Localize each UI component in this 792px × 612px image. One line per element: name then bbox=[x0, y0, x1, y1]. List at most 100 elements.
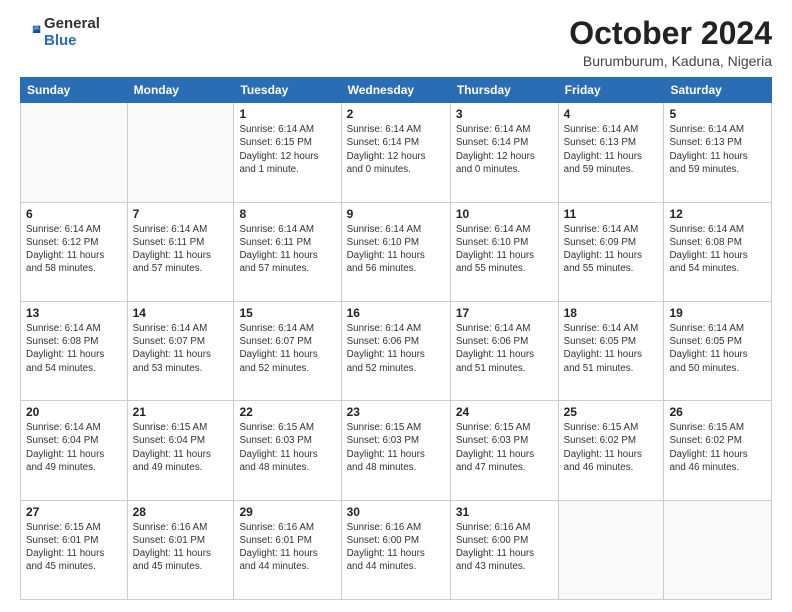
day-number: 30 bbox=[347, 505, 445, 519]
day-number: 19 bbox=[669, 306, 766, 320]
header: General Blue October 2024 Burumburum, Ka… bbox=[20, 16, 772, 69]
day-info: Sunrise: 6:14 AM Sunset: 6:05 PM Dayligh… bbox=[669, 322, 766, 375]
calendar-cell: 5Sunrise: 6:14 AM Sunset: 6:13 PM Daylig… bbox=[664, 103, 772, 202]
weekday-header: Wednesday bbox=[341, 78, 450, 103]
calendar-cell: 7 Sunrise: 6:14 AM Sunset: 6:11 PM Daylig… bbox=[127, 202, 234, 301]
day-number: 8 bbox=[239, 207, 335, 221]
calendar-week-row: 1 Sunrise: 6:14 AM Sunset: 6:15 PM Daylig… bbox=[21, 103, 772, 202]
calendar-week-row: 27 Sunrise: 6:15 AM Sunset: 6:01 PM Dayli… bbox=[21, 500, 772, 599]
day-info: Sunrise: 6:14 AM Sunset: 6:04 PM Dayligh… bbox=[26, 421, 122, 474]
calendar-cell: 6Sunrise: 6:14 AM Sunset: 6:12 PM Daylig… bbox=[21, 202, 128, 301]
calendar-week-row: 6Sunrise: 6:14 AM Sunset: 6:12 PM Daylig… bbox=[21, 202, 772, 301]
calendar-cell: 29 Sunrise: 6:16 AM Sunset: 6:01 PM Dayli… bbox=[234, 500, 341, 599]
day-info: Sunrise: 6:15 AM Sunset: 6:03 PM Dayligh… bbox=[456, 421, 553, 474]
calendar-cell: 15 Sunrise: 6:14 AM Sunset: 6:07 PM Dayli… bbox=[234, 301, 341, 400]
day-number: 20 bbox=[26, 405, 122, 419]
day-number: 7 bbox=[133, 207, 229, 221]
weekday-header: Friday bbox=[558, 78, 664, 103]
day-number: 31 bbox=[456, 505, 553, 519]
title-block: October 2024 Burumburum, Kaduna, Nigeria bbox=[569, 16, 772, 69]
calendar-cell: 21 Sunrise: 6:15 AM Sunset: 6:04 PM Dayli… bbox=[127, 401, 234, 500]
day-number: 9 bbox=[347, 207, 445, 221]
day-info: Sunrise: 6:15 AM Sunset: 6:02 PM Dayligh… bbox=[564, 421, 659, 474]
day-number: 10 bbox=[456, 207, 553, 221]
weekday-header: Monday bbox=[127, 78, 234, 103]
day-info: Sunrise: 6:14 AM Sunset: 6:09 PM Dayligh… bbox=[564, 223, 659, 276]
day-info: Sunrise: 6:15 AM Sunset: 6:03 PM Dayligh… bbox=[239, 421, 335, 474]
day-number: 13 bbox=[26, 306, 122, 320]
weekday-header: Tuesday bbox=[234, 78, 341, 103]
day-info: Sunrise: 6:14 AM Sunset: 6:10 PM Dayligh… bbox=[456, 223, 553, 276]
calendar-cell: 16Sunrise: 6:14 AM Sunset: 6:06 PM Dayli… bbox=[341, 301, 450, 400]
calendar-header-row: SundayMondayTuesdayWednesdayThursdayFrid… bbox=[21, 78, 772, 103]
calendar-cell bbox=[664, 500, 772, 599]
day-number: 29 bbox=[239, 505, 335, 519]
calendar-cell: 1 Sunrise: 6:14 AM Sunset: 6:15 PM Daylig… bbox=[234, 103, 341, 202]
day-info: Sunrise: 6:14 AM Sunset: 6:13 PM Dayligh… bbox=[564, 123, 659, 176]
day-info: Sunrise: 6:14 AM Sunset: 6:07 PM Dayligh… bbox=[239, 322, 335, 375]
day-info: Sunrise: 6:14 AM Sunset: 6:07 PM Dayligh… bbox=[133, 322, 229, 375]
day-info: Sunrise: 6:15 AM Sunset: 6:02 PM Dayligh… bbox=[669, 421, 766, 474]
calendar-cell: 12Sunrise: 6:14 AM Sunset: 6:08 PM Dayli… bbox=[664, 202, 772, 301]
day-number: 14 bbox=[133, 306, 229, 320]
day-number: 1 bbox=[239, 107, 335, 121]
day-number: 6 bbox=[26, 207, 122, 221]
day-info: Sunrise: 6:16 AM Sunset: 6:01 PM Dayligh… bbox=[239, 521, 335, 574]
day-number: 21 bbox=[133, 405, 229, 419]
logo-blue: Blue bbox=[44, 32, 77, 49]
day-number: 26 bbox=[669, 405, 766, 419]
day-number: 3 bbox=[456, 107, 553, 121]
day-info: Sunrise: 6:14 AM Sunset: 6:14 PM Dayligh… bbox=[347, 123, 445, 176]
day-number: 4 bbox=[564, 107, 659, 121]
calendar-cell: 31 Sunrise: 6:16 AM Sunset: 6:00 PM Dayli… bbox=[450, 500, 558, 599]
day-number: 15 bbox=[239, 306, 335, 320]
day-number: 23 bbox=[347, 405, 445, 419]
calendar-cell: 2 Sunrise: 6:14 AM Sunset: 6:14 PM Daylig… bbox=[341, 103, 450, 202]
calendar-week-row: 13Sunrise: 6:14 AM Sunset: 6:08 PM Dayli… bbox=[21, 301, 772, 400]
day-info: Sunrise: 6:15 AM Sunset: 6:01 PM Dayligh… bbox=[26, 521, 122, 574]
calendar-cell: 18Sunrise: 6:14 AM Sunset: 6:05 PM Dayli… bbox=[558, 301, 664, 400]
calendar-cell: 17 Sunrise: 6:14 AM Sunset: 6:06 PM Dayli… bbox=[450, 301, 558, 400]
calendar-cell bbox=[21, 103, 128, 202]
day-info: Sunrise: 6:14 AM Sunset: 6:11 PM Dayligh… bbox=[133, 223, 229, 276]
day-info: Sunrise: 6:14 AM Sunset: 6:15 PM Dayligh… bbox=[239, 123, 335, 176]
day-number: 2 bbox=[347, 107, 445, 121]
calendar-cell bbox=[558, 500, 664, 599]
logo-general: General bbox=[44, 15, 100, 32]
day-info: Sunrise: 6:16 AM Sunset: 6:00 PM Dayligh… bbox=[347, 521, 445, 574]
calendar-week-row: 20 Sunrise: 6:14 AM Sunset: 6:04 PM Dayli… bbox=[21, 401, 772, 500]
calendar-table: SundayMondayTuesdayWednesdayThursdayFrid… bbox=[20, 77, 772, 600]
calendar-cell: 20 Sunrise: 6:14 AM Sunset: 6:04 PM Dayli… bbox=[21, 401, 128, 500]
calendar-cell: 13Sunrise: 6:14 AM Sunset: 6:08 PM Dayli… bbox=[21, 301, 128, 400]
day-info: Sunrise: 6:16 AM Sunset: 6:01 PM Dayligh… bbox=[133, 521, 229, 574]
day-number: 18 bbox=[564, 306, 659, 320]
day-number: 12 bbox=[669, 207, 766, 221]
day-info: Sunrise: 6:14 AM Sunset: 6:11 PM Dayligh… bbox=[239, 223, 335, 276]
weekday-header: Thursday bbox=[450, 78, 558, 103]
day-number: 28 bbox=[133, 505, 229, 519]
day-number: 27 bbox=[26, 505, 122, 519]
calendar-cell: 30 Sunrise: 6:16 AM Sunset: 6:00 PM Dayli… bbox=[341, 500, 450, 599]
day-info: Sunrise: 6:15 AM Sunset: 6:04 PM Dayligh… bbox=[133, 421, 229, 474]
month-year: October 2024 bbox=[569, 16, 772, 51]
calendar-cell: 10 Sunrise: 6:14 AM Sunset: 6:10 PM Dayli… bbox=[450, 202, 558, 301]
calendar-cell: 8 Sunrise: 6:14 AM Sunset: 6:11 PM Daylig… bbox=[234, 202, 341, 301]
calendar-cell: 4 Sunrise: 6:14 AM Sunset: 6:13 PM Daylig… bbox=[558, 103, 664, 202]
logo: General Blue bbox=[20, 16, 100, 49]
day-number: 17 bbox=[456, 306, 553, 320]
calendar-cell: 28 Sunrise: 6:16 AM Sunset: 6:01 PM Dayli… bbox=[127, 500, 234, 599]
calendar-cell: 11 Sunrise: 6:14 AM Sunset: 6:09 PM Dayli… bbox=[558, 202, 664, 301]
logo-icon bbox=[20, 22, 42, 44]
calendar-cell: 24Sunrise: 6:15 AM Sunset: 6:03 PM Dayli… bbox=[450, 401, 558, 500]
day-number: 22 bbox=[239, 405, 335, 419]
logo-text: General Blue bbox=[44, 16, 100, 49]
day-info: Sunrise: 6:14 AM Sunset: 6:14 PM Dayligh… bbox=[456, 123, 553, 176]
calendar-cell: 22 Sunrise: 6:15 AM Sunset: 6:03 PM Dayli… bbox=[234, 401, 341, 500]
day-info: Sunrise: 6:14 AM Sunset: 6:06 PM Dayligh… bbox=[456, 322, 553, 375]
day-info: Sunrise: 6:14 AM Sunset: 6:06 PM Dayligh… bbox=[347, 322, 445, 375]
weekday-header: Saturday bbox=[664, 78, 772, 103]
weekday-header: Sunday bbox=[21, 78, 128, 103]
page: General Blue October 2024 Burumburum, Ka… bbox=[0, 0, 792, 612]
day-number: 11 bbox=[564, 207, 659, 221]
day-info: Sunrise: 6:16 AM Sunset: 6:00 PM Dayligh… bbox=[456, 521, 553, 574]
